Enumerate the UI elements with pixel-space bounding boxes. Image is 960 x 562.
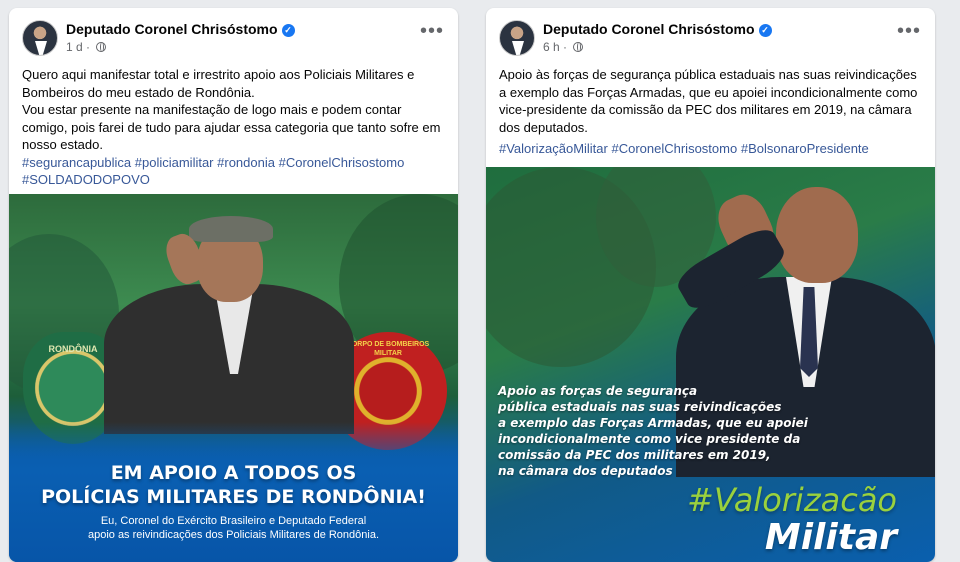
hashtags: #ValorizaçãoMilitar #CoronelChrisostomo … — [499, 140, 921, 158]
hashtag-link[interactable]: #BolsonaroPresidente — [741, 141, 869, 156]
post-time[interactable]: 6 h — [543, 40, 560, 54]
hashtags: #segurancapublica #policiamilitar #rondo… — [22, 154, 444, 189]
caption-line: Apoio as forças de segurança — [498, 384, 698, 398]
caption-line: incondicionalmente como vice presidente … — [498, 432, 801, 446]
more-options-button[interactable]: ••• — [897, 21, 921, 41]
verified-check-icon: ✓ — [758, 24, 772, 37]
avatar[interactable] — [499, 20, 535, 56]
avatar[interactable] — [22, 20, 58, 56]
post-meta: 6 h · — [543, 40, 584, 54]
post-image[interactable]: RONDÔNIA CORPO DE BOMBEIROS MILITAR EM A… — [9, 194, 458, 562]
caption-line: comissão da PEC dos militares em 2019, — [498, 448, 771, 462]
hashtag-link[interactable]: #CoronelChrisostomo — [611, 141, 737, 156]
image-headline-1: EM APOIO A TODOS OS — [110, 462, 357, 484]
author-name-text[interactable]: Deputado Coronel Chrisóstomo — [66, 21, 278, 37]
post-card: Deputado Coronel Chrisóstomo ✓ 6 h · ••• … — [486, 8, 935, 562]
image-headline-2: POLÍCIAS MILITARES DE RONDÔNIA! — [41, 486, 426, 508]
more-options-button[interactable]: ••• — [420, 21, 444, 41]
author-name[interactable]: Deputado Coronel Chrisóstomo ✓ — [543, 21, 772, 37]
post-header: Deputado Coronel Chrisóstomo ✓ 6 h · ••• — [499, 20, 921, 60]
cap — [189, 216, 273, 242]
post-time[interactable]: 1 d — [66, 40, 83, 54]
caption-line: na câmara dos deputados — [498, 464, 673, 478]
globe-icon — [96, 42, 107, 52]
post-text-line: Quero aqui manifestar total e irrestrito… — [22, 67, 415, 100]
image-hashtag-title: #Valorizacão — [687, 481, 897, 519]
post-meta: 1 d · — [66, 40, 107, 54]
post-header: Deputado Coronel Chrisóstomo ✓ 1 d · ••• — [22, 20, 444, 60]
post-text: Apoio às forças de segurança pública est… — [499, 66, 921, 158]
face — [776, 187, 858, 283]
image-subline-1: Eu, Coronel do Exército Brasileiro e Dep… — [100, 515, 367, 527]
post-image[interactable]: Apoio as forças de segurança pública est… — [486, 167, 935, 562]
caption-line: a exemplo das Forças Armadas, que eu apo… — [498, 416, 808, 430]
post-text-line: Vou estar presente na manifestação de lo… — [22, 102, 441, 152]
image-caption: Apoio as forças de segurança pública est… — [498, 383, 818, 479]
post-text: Quero aqui manifestar total e irrestrito… — [22, 66, 444, 189]
image-militar-title: Militar — [764, 517, 897, 558]
author-name[interactable]: Deputado Coronel Chrisóstomo ✓ — [66, 21, 295, 37]
hashtag-link[interactable]: #SOLDADODOPOVO — [22, 172, 150, 187]
hashtag-link[interactable]: #CoronelChrisostomo — [279, 155, 405, 170]
post-text-line: Apoio às forças de segurança pública est… — [499, 67, 918, 135]
globe-icon — [573, 42, 584, 52]
hashtag-link[interactable]: #policiamilitar — [135, 155, 214, 170]
verified-check-icon: ✓ — [281, 24, 295, 37]
author-name-text[interactable]: Deputado Coronel Chrisóstomo — [543, 21, 755, 37]
hashtag-link[interactable]: #rondonia — [217, 155, 275, 170]
post-card: Deputado Coronel Chrisóstomo ✓ 1 d · ••• … — [9, 8, 458, 562]
image-subline-2: apoio as reivindicações dos Policiais Mi… — [87, 529, 380, 541]
hashtag-link[interactable]: #ValorizaçãoMilitar — [499, 141, 608, 156]
caption-line: pública estaduais nas suas reivindicaçõe… — [498, 400, 782, 414]
hashtag-link[interactable]: #segurancapublica — [22, 155, 131, 170]
